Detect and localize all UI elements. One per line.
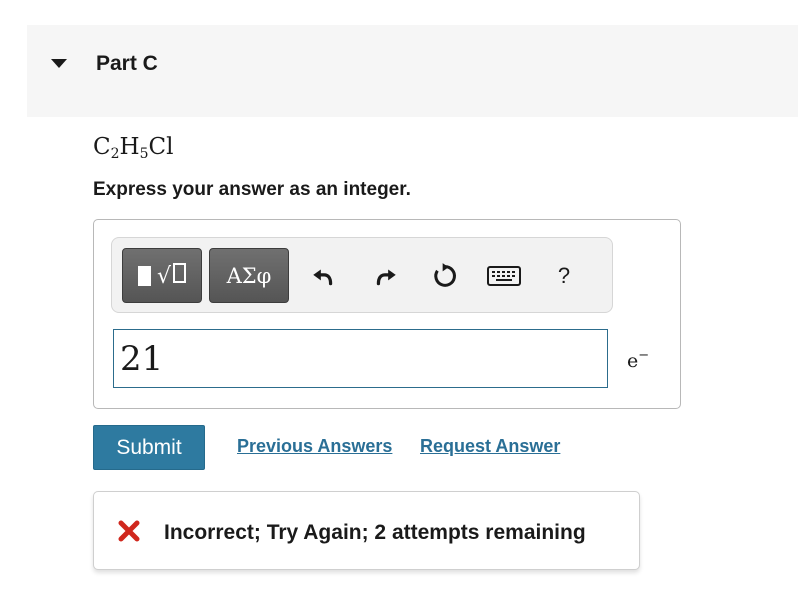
submit-button[interactable]: Submit [93, 425, 205, 470]
templates-icon [137, 265, 151, 286]
formula-chlorine: Cl [148, 134, 174, 160]
unit-base: e [627, 350, 639, 372]
redo-icon [376, 269, 396, 286]
templates-button[interactable]: √ [122, 248, 202, 303]
question-instruction: Express your answer as an integer. [93, 179, 411, 200]
sqrt-icon: √ [157, 262, 187, 289]
undo-button[interactable] [305, 258, 341, 294]
undo-icon [313, 269, 333, 286]
math-toolbar: √ ΑΣφ ? [111, 237, 613, 313]
part-title: Part C [96, 52, 158, 75]
keyboard-icon [487, 266, 521, 286]
reset-button[interactable] [427, 258, 463, 294]
request-answer-link[interactable]: Request Answer [420, 436, 560, 457]
redo-button[interactable] [368, 258, 404, 294]
chemical-formula: C2H5Cl [93, 134, 173, 162]
keyboard-button[interactable] [486, 258, 522, 294]
unit-superscript: − [638, 348, 650, 363]
previous-answers-link[interactable]: Previous Answers [237, 436, 392, 457]
answer-box: √ ΑΣφ ? 21 e− [93, 219, 681, 409]
part-header[interactable]: Part C [27, 25, 798, 117]
feedback-box: Incorrect; Try Again; 2 attempts remaini… [93, 491, 640, 570]
formula-carbon-sub: 2 [110, 146, 120, 162]
answer-units: e− [627, 348, 649, 372]
help-button[interactable]: ? [546, 258, 582, 294]
answer-input[interactable] [113, 329, 608, 388]
feedback-message: Incorrect; Try Again; 2 attempts remaini… [164, 521, 586, 544]
greek-symbols-button[interactable]: ΑΣφ [209, 248, 289, 303]
formula-carbon: C [93, 134, 111, 160]
caret-down-icon[interactable] [51, 59, 67, 68]
reset-icon [434, 263, 456, 287]
formula-hydrogen: H [119, 134, 140, 160]
x-mark-icon [118, 520, 140, 542]
formula-hydrogen-sub: 5 [139, 146, 149, 162]
